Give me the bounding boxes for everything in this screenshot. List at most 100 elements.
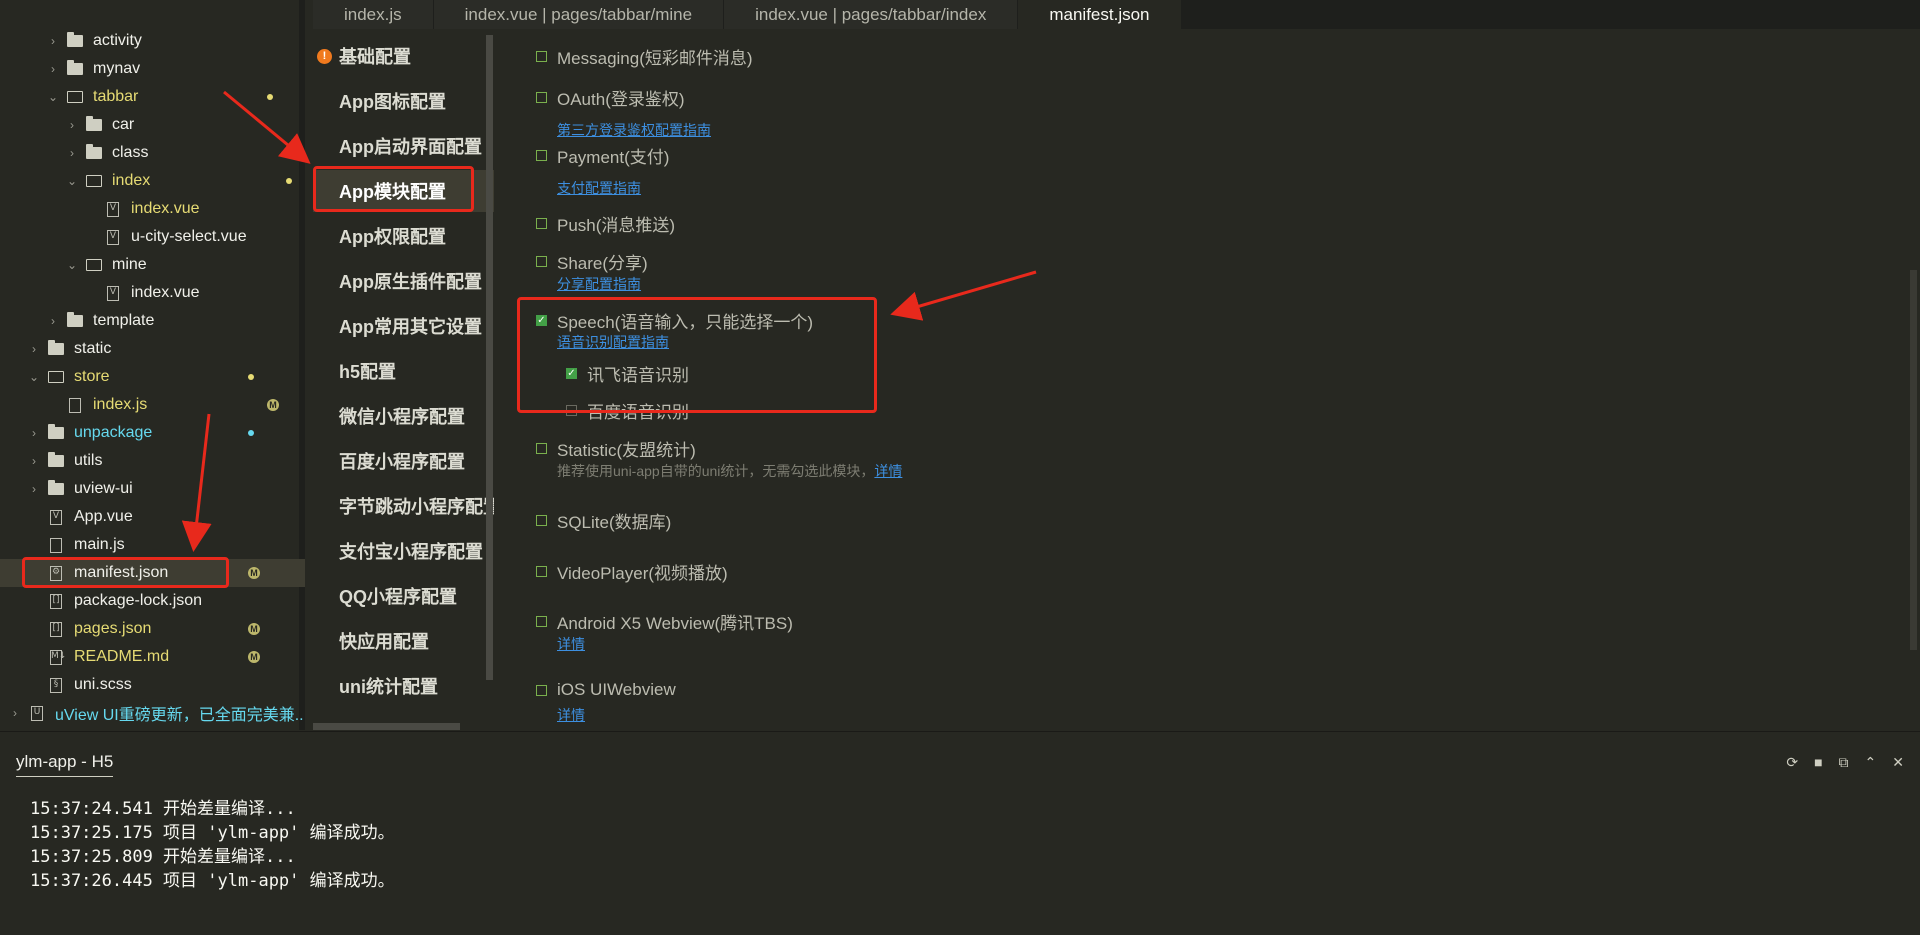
chevron-right-icon[interactable]: › xyxy=(46,34,60,48)
module-payment[interactable]: Payment(支付) xyxy=(536,143,669,168)
settings-nav-item[interactable]: QQ小程序配置 xyxy=(313,575,494,617)
tree-item[interactable]: › mynav xyxy=(0,55,305,83)
tree-item[interactable]: ⌄ tabbar xyxy=(0,83,305,111)
checkbox-checked[interactable]: ✓ xyxy=(566,368,577,379)
checkbox-checked[interactable]: ✓ xyxy=(536,315,547,326)
tree-item[interactable]: › uview-ui xyxy=(0,475,305,503)
statistic-details-link[interactable]: 详情 xyxy=(874,463,902,479)
module-sqlite[interactable]: SQLite(数据库) xyxy=(536,508,671,533)
checkbox[interactable] xyxy=(536,92,547,103)
module-oauth[interactable]: OAuth(登录鉴权) xyxy=(536,85,685,110)
restart-icon[interactable]: ⟳ xyxy=(1786,754,1798,771)
chevron-down-icon[interactable]: ⌄ xyxy=(65,174,79,188)
settings-nav-item[interactable]: App权限配置 xyxy=(313,215,494,257)
chevron-down-icon[interactable]: ⌄ xyxy=(65,258,79,272)
tree-item[interactable]: ›Vindex.vueM xyxy=(0,195,305,223)
tree-item[interactable]: ›[]package-lock.json xyxy=(0,587,305,615)
checkbox[interactable] xyxy=(536,218,547,229)
tree-item[interactable]: ›§uni.scss xyxy=(0,671,305,699)
settings-nav-item[interactable]: 支付宝小程序配置 xyxy=(313,530,494,572)
module-messaging[interactable]: Messaging(短彩邮件消息) xyxy=(536,44,753,69)
settings-nav-hscrollbar[interactable] xyxy=(313,723,460,730)
module-statistic[interactable]: Statistic(友盟统计) xyxy=(536,436,696,461)
tree-item[interactable]: › unpackage xyxy=(0,419,305,447)
chevron-down-icon[interactable]: ⌄ xyxy=(46,90,60,104)
tab-mine-index-vue[interactable]: index.vue | pages/tabbar/mine xyxy=(433,0,725,29)
checkbox[interactable] xyxy=(536,150,547,161)
tree-item[interactable]: ⌄ index xyxy=(0,167,305,195)
tree-item[interactable]: ⌄ mine xyxy=(0,251,305,279)
tree-item[interactable]: ›⚙manifest.jsonM xyxy=(0,559,305,587)
checkbox[interactable] xyxy=(566,405,577,416)
uiwebview-details-link[interactable]: 详情 xyxy=(557,705,585,725)
module-ios-uiwebview[interactable]: iOS UIWebview xyxy=(536,680,676,700)
settings-nav-item[interactable]: App启动界面配置 xyxy=(313,125,494,167)
chevron-right-icon[interactable]: › xyxy=(27,426,41,440)
settings-nav-item[interactable]: ! 基础配置 xyxy=(313,35,494,77)
checkbox[interactable] xyxy=(536,256,547,267)
settings-nav-item[interactable]: App常用其它设置 xyxy=(313,305,494,347)
settings-nav-item[interactable]: h5配置 xyxy=(313,350,494,392)
settings-nav-item[interactable]: App原生插件配置 xyxy=(313,260,494,302)
module-speech[interactable]: ✓ Speech(语音输入，只能选择一个) xyxy=(536,308,813,333)
tab-tabbar-index-vue[interactable]: index.vue | pages/tabbar/index xyxy=(724,0,1019,29)
tree-item[interactable]: ›main.js xyxy=(0,531,305,559)
chevron-down-icon[interactable]: ⌄ xyxy=(27,370,41,384)
tree-item[interactable]: ›VApp.vue xyxy=(0,503,305,531)
module-share[interactable]: Share(分享) xyxy=(536,249,648,274)
checkbox[interactable] xyxy=(536,684,547,696)
tree-item[interactable]: ›index.jsM xyxy=(0,391,305,419)
tree-item[interactable]: ›[]pages.jsonM xyxy=(0,615,305,643)
chevron-right-icon[interactable]: › xyxy=(65,146,79,160)
share-guide-link[interactable]: 分享配置指南 xyxy=(557,274,641,294)
tree-item[interactable]: ›M↓README.mdM xyxy=(0,643,305,671)
settings-nav-item[interactable]: 百度小程序配置 xyxy=(313,440,494,482)
tab-manifest-json[interactable]: manifest.json xyxy=(1018,0,1182,29)
settings-nav-item[interactable]: 字节跳动小程序配置 xyxy=(313,485,494,527)
clear-icon[interactable]: ✕ xyxy=(1892,754,1904,771)
chevron-right-icon[interactable]: › xyxy=(65,118,79,132)
tree-item[interactable]: ›Vu-city-select.vue xyxy=(0,223,305,251)
stop-icon[interactable]: ■ xyxy=(1814,754,1822,771)
settings-nav-item[interactable]: App图标配置 xyxy=(313,80,494,122)
tree-item[interactable]: ⌄ store xyxy=(0,363,305,391)
payment-guide-link[interactable]: 支付配置指南 xyxy=(557,178,641,198)
settings-nav-item[interactable]: 微信小程序配置 xyxy=(313,395,494,437)
chevron-right-icon[interactable]: › xyxy=(27,482,41,496)
tree-item[interactable]: › template xyxy=(0,307,305,335)
module-push[interactable]: Push(消息推送) xyxy=(536,211,675,236)
speech-guide-link[interactable]: 语音识别配置指南 xyxy=(557,332,669,352)
chevron-right-icon[interactable]: › xyxy=(8,706,22,720)
checkbox[interactable] xyxy=(536,51,547,62)
tree-item[interactable]: › activity xyxy=(0,27,305,55)
chevron-right-icon[interactable]: › xyxy=(46,62,60,76)
console-tab[interactable]: ylm-app - H5 xyxy=(16,752,114,777)
settings-nav-item[interactable]: 快应用配置 xyxy=(313,620,494,662)
checkbox[interactable] xyxy=(536,515,547,526)
checkbox[interactable] xyxy=(536,566,547,577)
module-x5-webview[interactable]: Android X5 Webview(腾讯TBS) xyxy=(536,609,793,634)
speech-option-xunfei[interactable]: ✓ 讯飞语音识别 xyxy=(566,361,689,386)
tree-item[interactable]: ›Vindex.vue xyxy=(0,279,305,307)
chevron-right-icon[interactable]: › xyxy=(46,314,60,328)
tree-item[interactable]: › class xyxy=(0,139,305,167)
tree-item[interactable]: › car xyxy=(0,111,305,139)
settings-nav-item[interactable]: App模块配置 xyxy=(313,170,494,212)
oauth-guide-link[interactable]: 第三方登录鉴权配置指南 xyxy=(557,120,711,140)
tab-index-js[interactable]: index.js xyxy=(313,0,434,29)
tree-item[interactable]: › utils xyxy=(0,447,305,475)
chevron-right-icon[interactable]: › xyxy=(27,342,41,356)
collapse-icon[interactable]: ⌃ xyxy=(1865,754,1877,771)
chevron-right-icon[interactable]: › xyxy=(27,454,41,468)
module-videoplayer[interactable]: VideoPlayer(视频播放) xyxy=(536,559,728,584)
speech-option-baidu[interactable]: 百度语音识别 xyxy=(566,398,689,423)
editor-scrollbar[interactable] xyxy=(1910,270,1917,650)
settings-nav-item[interactable]: uni统计配置 xyxy=(313,665,494,707)
x5-details-link[interactable]: 详情 xyxy=(557,634,585,654)
open-external-icon[interactable]: ⧉ xyxy=(1839,754,1849,771)
checkbox[interactable] xyxy=(536,616,547,627)
tree-item[interactable]: › UuView UI重磅更新，已全面完美兼... xyxy=(0,699,305,727)
checkbox[interactable] xyxy=(536,443,547,454)
settings-nav-scrollbar[interactable] xyxy=(486,35,493,680)
tree-item[interactable]: › static xyxy=(0,335,305,363)
